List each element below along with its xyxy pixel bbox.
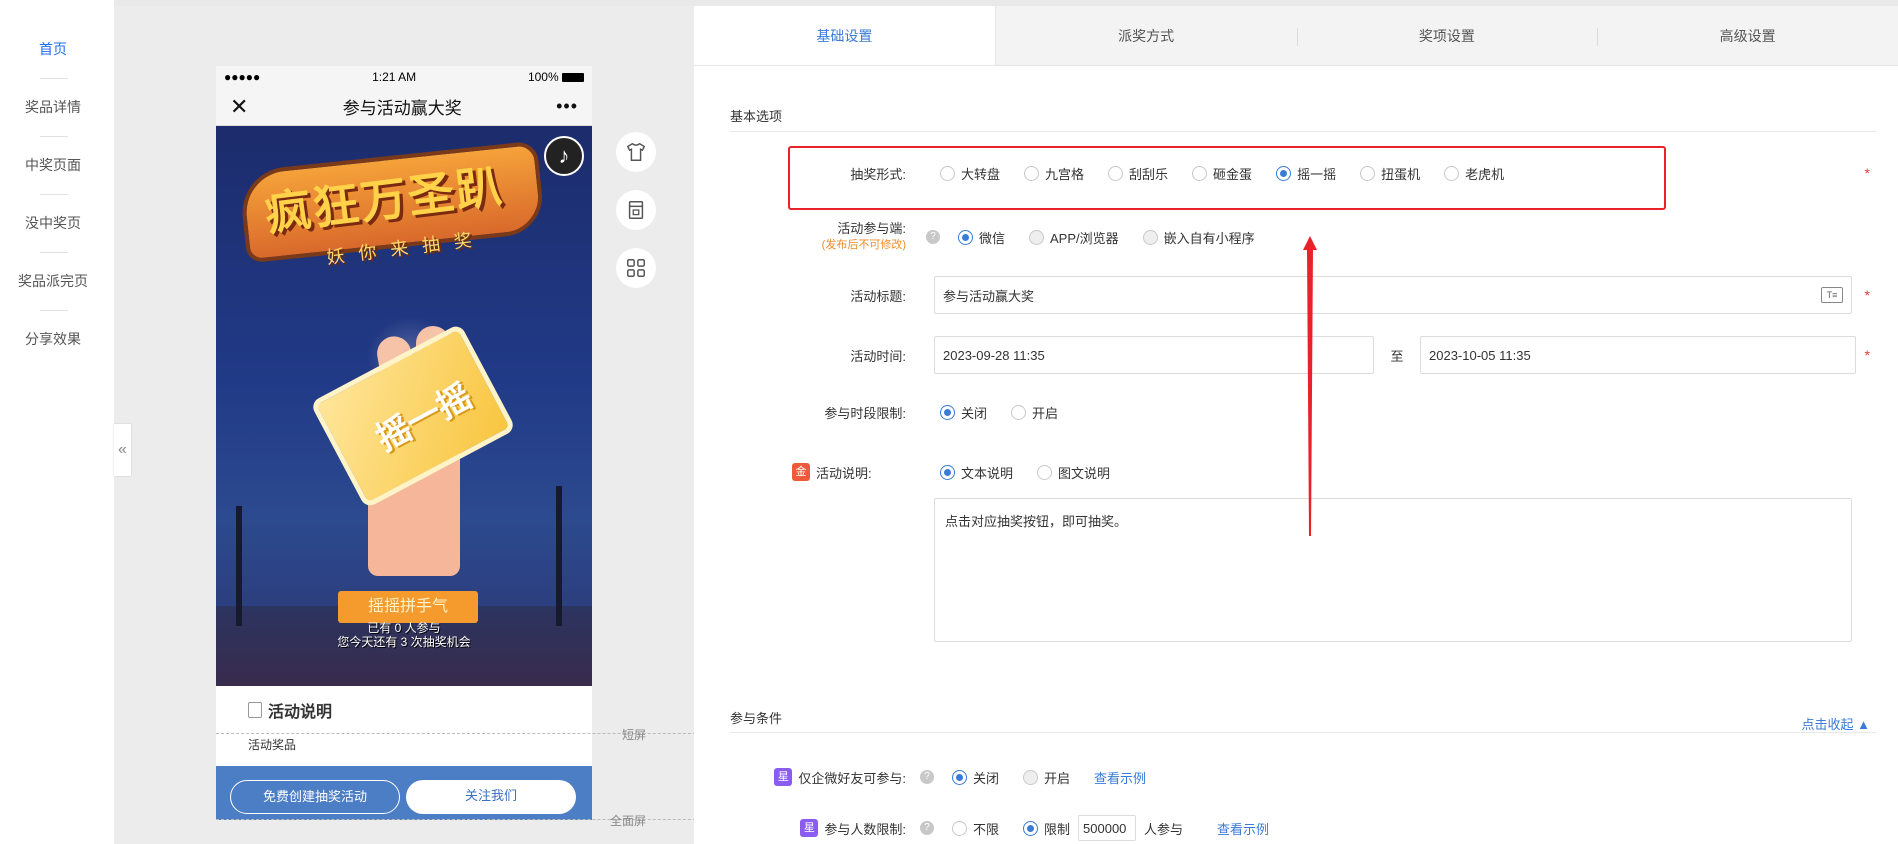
wecom-example-link[interactable]: 查看示例 [1094, 768, 1146, 787]
short-screen-label: 短屏 [622, 728, 647, 742]
platform-label: 活动参与端: (发布后不可修改) [821, 221, 906, 251]
info-prizes: 活动奖品 [248, 738, 297, 752]
count-example-link[interactable]: 查看示例 [1217, 819, 1269, 838]
page-icon[interactable] [616, 190, 656, 230]
signal-icon: ●●●●● [224, 70, 261, 84]
count-limit-label: 星 参与人数限制: [730, 819, 912, 838]
nav-item-share[interactable]: 分享效果 [0, 310, 106, 368]
title-label: 活动标题: [850, 288, 906, 304]
activity-banner: 疯狂万圣趴 妖你来抽奖 ♪ 摇一摇 摇摇拼手气 已有 0 人参与 您今天还有 3… [216, 126, 592, 686]
section-divider [730, 732, 1876, 733]
more-icon[interactable]: ••• [556, 96, 578, 117]
count-limit-row: 星 参与人数限制: ? 不限 限制 500000 人参与 查看示例 [730, 812, 1876, 844]
phone-title: 参与活动赢大奖 [342, 99, 462, 118]
wecom-only-label: 星 仅企微好友可参与: [730, 768, 912, 787]
radio-count-limited[interactable]: 限制 [1023, 819, 1070, 838]
status-bar: ●●●●● 1:21 AM 100% [216, 66, 592, 88]
full-screen-label: 全面屏 [610, 814, 647, 828]
activity-info-card: 活动说明 活动奖品 [228, 686, 580, 766]
create-activity-button[interactable]: 免费创建抽奖活动 [230, 780, 400, 814]
time-label: 活动时间: [850, 348, 906, 364]
count-limit-suffix: 人参与 [1144, 821, 1184, 837]
left-nav: 首页 奖品详情 中奖页面 没中奖页 奖品派完页 分享效果 [0, 0, 114, 844]
tab-award-method[interactable]: 派奖方式 [995, 6, 1297, 65]
collapse-nav-button[interactable]: « [114, 424, 131, 476]
count-limit-options: 不限 限制 500000 人参与 查看示例 [952, 815, 1269, 841]
close-icon[interactable]: ✕ [230, 94, 248, 120]
radio-rich-desc[interactable]: 图文说明 [1037, 463, 1110, 482]
section-divider [730, 131, 1876, 132]
shake-ribbon: 摇摇拼手气 [338, 591, 478, 623]
nav-item-home[interactable]: 首页 [0, 20, 106, 78]
gold-badge: 金 [792, 463, 810, 481]
radio-wecom-off[interactable]: 关闭 [952, 768, 999, 787]
nav-item-lose-page[interactable]: 没中奖页 [0, 194, 106, 252]
radio-miniprogram[interactable]: 嵌入自有小程序 [1142, 228, 1255, 247]
nav-item-sold-out-page[interactable]: 奖品派完页 [0, 252, 106, 310]
settings-tabs: 基础设置 派奖方式 奖项设置 高级设置 [694, 6, 1898, 66]
radio-period-off[interactable]: 关闭 [940, 403, 987, 422]
text-format-icon[interactable]: T≡ [1821, 287, 1843, 303]
help-icon[interactable]: ? [920, 821, 934, 835]
conditions-section-title: 参与条件 [730, 711, 783, 726]
tab-advanced-settings[interactable]: 高级设置 [1597, 6, 1898, 65]
platform-options: 微信 APP/浏览器 嵌入自有小程序 [958, 228, 1279, 247]
settings-panel: 基础设置 派奖方式 奖项设置 高级设置 基本选项 抽奖形式: 大转盘 九宫格 刮… [694, 6, 1898, 844]
status-time: 1:21 AM [372, 70, 417, 84]
description-label: 金 活动说明: [730, 463, 912, 482]
highlight-box [788, 146, 1666, 210]
radio-period-on[interactable]: 开启 [1011, 403, 1058, 422]
tree-decor [556, 486, 562, 626]
help-icon[interactable]: ? [920, 770, 934, 784]
star-badge: 星 [800, 819, 819, 837]
title-input[interactable]: 参与活动赢大奖 T≡ [934, 276, 1852, 314]
preview-area: « ●●●●● 1:21 AM 100% ✕ 参与活动赢大奖 ••• 疯狂万圣趴… [114, 6, 716, 844]
phone-bottom-bar: 免费创建抽奖活动 关注我们 [216, 766, 592, 820]
tab-prize-settings[interactable]: 奖项设置 [1296, 6, 1598, 65]
wecom-only-options: 关闭 开启 查看示例 [952, 768, 1146, 787]
time-separator: 至 [1390, 348, 1404, 364]
count-limit-input[interactable]: 500000 [1078, 815, 1137, 841]
period-limit-label: 参与时段限制: [824, 405, 906, 421]
grid-icon[interactable] [616, 248, 656, 288]
wecom-only-row: 星 仅企微好友可参与: ? 关闭 开启 查看示例 [730, 761, 1876, 793]
preview-tools [616, 132, 656, 306]
basic-section-title: 基本选项 [730, 109, 783, 124]
info-title: 活动说明 [268, 704, 333, 721]
radio-text-desc[interactable]: 文本说明 [940, 463, 1013, 482]
required-mark: * [1864, 347, 1870, 363]
tree-decor [236, 506, 242, 626]
card-text: 摇一摇 [370, 377, 479, 459]
participants-info: 已有 0 人参与 您今天还有 3 次抽奖机会 [337, 621, 471, 649]
period-limit-options: 关闭 开启 [940, 403, 1082, 422]
red-arrow-annotation [1303, 236, 1317, 536]
radio-count-unlimited[interactable]: 不限 [952, 819, 999, 838]
document-icon [248, 702, 262, 718]
nav-item-win-page[interactable]: 中奖页面 [0, 136, 106, 194]
shirt-icon[interactable] [616, 132, 656, 172]
description-textarea[interactable]: 点击对应抽奖按钮，即可抽奖。 [934, 498, 1852, 642]
end-time-input[interactable]: 2023-10-05 11:35 [1420, 336, 1856, 374]
tab-basic-settings[interactable]: 基础设置 [694, 6, 996, 65]
required-mark: * [1864, 165, 1870, 181]
follow-us-button[interactable]: 关注我们 [406, 780, 576, 814]
phone-title-bar: ✕ 参与活动赢大奖 ••• [216, 88, 592, 126]
star-badge: 星 [774, 768, 793, 786]
required-mark: * [1864, 287, 1870, 303]
radio-wecom-on[interactable]: 开启 [1023, 768, 1070, 787]
description-options: 文本说明 图文说明 [940, 463, 1134, 482]
nav-item-prize-detail[interactable]: 奖品详情 [0, 78, 106, 136]
radio-app[interactable]: APP/浏览器 [1029, 228, 1119, 247]
battery-indicator: 100% [528, 70, 584, 84]
phone-preview: ●●●●● 1:21 AM 100% ✕ 参与活动赢大奖 ••• 疯狂万圣趴 妖… [216, 66, 592, 820]
radio-wechat[interactable]: 微信 [958, 228, 1005, 247]
help-icon[interactable]: ? [926, 230, 940, 244]
collapse-link[interactable]: 点击收起 ▲ [1802, 714, 1871, 733]
music-icon[interactable]: ♪ [544, 136, 584, 176]
